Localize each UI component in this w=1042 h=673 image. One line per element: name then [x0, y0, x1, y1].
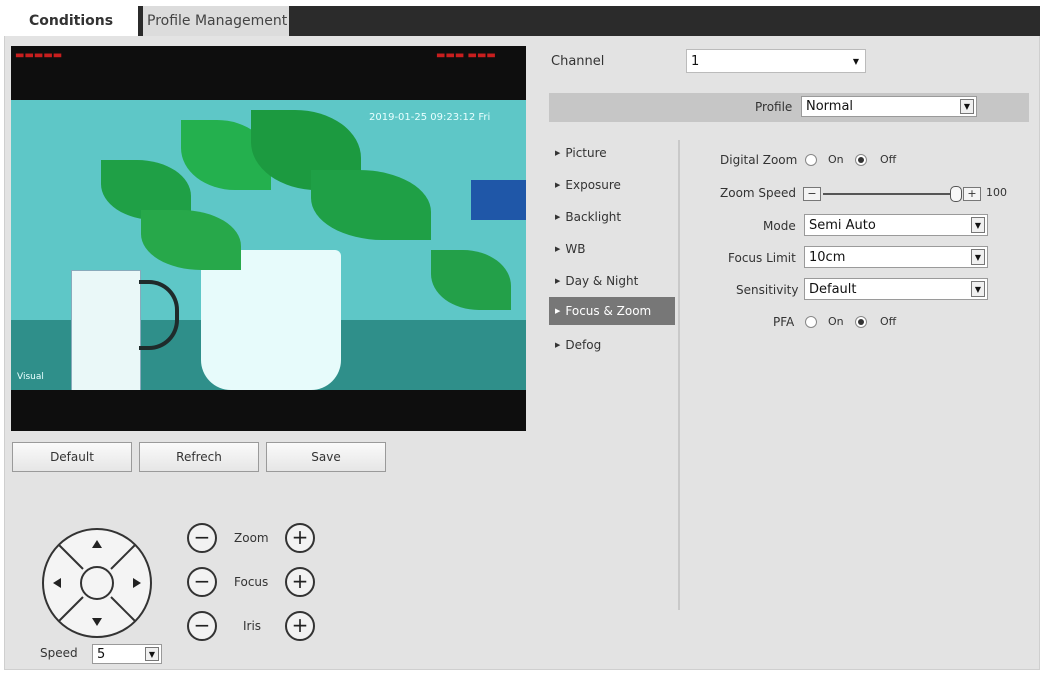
profile-value: Normal: [806, 99, 854, 114]
profile-label: Profile: [755, 100, 793, 114]
tab-profile-management[interactable]: Profile Management: [143, 6, 289, 36]
menu-item[interactable]: ▶ Day & Night: [549, 267, 675, 295]
refresh-button[interactable]: Refrech: [139, 442, 259, 472]
osd-top-left: ▬▬▬▬▬: [15, 50, 63, 61]
chevron-right-icon: ▶: [555, 213, 561, 221]
digital-zoom-on-radio[interactable]: [805, 154, 817, 166]
menu-item[interactable]: ▶ Exposure: [549, 171, 675, 199]
mode-label: Mode: [763, 219, 796, 233]
zoom-speed-decrease-button[interactable]: −: [803, 187, 821, 201]
save-button[interactable]: Save: [266, 442, 386, 472]
zoom-speed-value: 100: [986, 186, 1007, 199]
menu-item-label: Focus & Zoom: [565, 304, 652, 318]
menu-item-label: Exposure: [565, 178, 621, 192]
menu-divider: [678, 140, 680, 610]
chevron-right-icon: ▶: [555, 181, 561, 189]
digital-zoom-label: Digital Zoom: [720, 153, 798, 167]
focus-in-button[interactable]: +: [285, 567, 315, 597]
menu-item-label: Defog: [565, 338, 602, 352]
menu-item-label: Picture: [565, 146, 607, 160]
focus-limit-value: 10cm: [809, 249, 846, 265]
chevron-down-icon[interactable]: ▼: [960, 99, 974, 114]
default-button[interactable]: Default: [12, 442, 132, 472]
focus-limit-label: Focus Limit: [728, 251, 796, 265]
sensitivity-value: Default: [809, 281, 857, 297]
pfa-on-label: On: [828, 315, 844, 328]
menu-item[interactable]: ▶ Backlight: [549, 203, 675, 231]
ptz-direction-pad[interactable]: [40, 528, 154, 638]
chevron-right-icon: ▶: [555, 277, 561, 285]
chevron-down-icon[interactable]: ▼: [971, 249, 985, 265]
mode-value: Semi Auto: [809, 217, 876, 233]
focus-out-button[interactable]: −: [187, 567, 217, 597]
iris-open-button[interactable]: +: [285, 611, 315, 641]
zoom-speed-label: Zoom Speed: [720, 186, 797, 200]
video-channel-name: Visual: [17, 372, 44, 382]
video-preview: ▬▬▬▬▬ ▬▬▬ ▬▬▬ 2019-01-25 09:23:12 Fri Vi…: [11, 46, 526, 431]
iris-label: Iris: [243, 619, 262, 633]
speed-select[interactable]: 5 ▼: [92, 644, 162, 664]
speed-value: 5: [97, 646, 106, 662]
scene-window: [471, 180, 526, 220]
chevron-down-icon[interactable]: ▼: [971, 281, 985, 297]
speed-label: Speed: [40, 646, 78, 660]
pfa-off-label: Off: [880, 315, 897, 328]
channel-value: 1: [691, 53, 700, 69]
mode-select[interactable]: Semi Auto ▼: [804, 214, 988, 236]
chevron-right-icon: ▶: [555, 307, 561, 315]
pan-right-icon[interactable]: [40, 528, 154, 638]
digital-zoom-off-radio[interactable]: [855, 154, 867, 166]
chevron-right-icon: ▶: [555, 341, 561, 349]
zoom-out-button[interactable]: −: [187, 523, 217, 553]
zoom-speed-slider-thumb[interactable]: [950, 186, 962, 202]
zoom-speed-slider-track[interactable]: [823, 193, 958, 195]
menu-item[interactable]: ▶ WB: [549, 235, 675, 263]
pfa-off-radio[interactable]: [855, 316, 867, 328]
chevron-down-icon[interactable]: ▼: [971, 217, 985, 233]
sensitivity-label: Sensitivity: [736, 283, 799, 297]
digital-zoom-off-label: Off: [880, 153, 897, 166]
channel-label: Channel: [551, 54, 605, 69]
pfa-label: PFA: [773, 315, 795, 329]
video-timestamp: 2019-01-25 09:23:12 Fri: [369, 112, 491, 123]
scene-mug: [71, 270, 141, 390]
sensitivity-select[interactable]: Default ▼: [804, 278, 988, 300]
osd-top-right: ▬▬▬ ▬▬▬: [436, 50, 496, 61]
scene-pot: [201, 250, 341, 390]
profile-select[interactable]: Normal ▼: [801, 96, 977, 117]
focus-limit-select[interactable]: 10cm ▼: [804, 246, 988, 268]
menu-item-label: Day & Night: [565, 274, 639, 288]
focus-label: Focus: [234, 575, 269, 589]
scene-leaf: [141, 210, 241, 270]
digital-zoom-on-label: On: [828, 153, 844, 166]
scene-leaf: [431, 250, 511, 310]
tab-conditions[interactable]: Conditions: [4, 6, 138, 36]
scene-leaf: [311, 170, 431, 240]
channel-select[interactable]: 1 ▼: [686, 49, 866, 73]
menu-item[interactable]: ▶ Focus & Zoom: [549, 297, 675, 325]
chevron-down-icon[interactable]: ▼: [145, 647, 159, 661]
tab-bar: Conditions Profile Management: [4, 6, 1040, 36]
chevron-right-icon: ▶: [555, 149, 561, 157]
chevron-down-icon[interactable]: ▼: [849, 52, 863, 70]
chevron-right-icon: ▶: [555, 245, 561, 253]
zoom-speed-increase-button[interactable]: +: [963, 187, 981, 201]
iris-close-button[interactable]: −: [187, 611, 217, 641]
menu-item[interactable]: ▶ Defog: [549, 331, 675, 359]
menu-item[interactable]: ▶ Picture: [549, 139, 675, 167]
pfa-on-radio[interactable]: [805, 316, 817, 328]
zoom-label: Zoom: [234, 531, 269, 545]
menu-item-label: Backlight: [565, 210, 622, 224]
camera-scene: 2019-01-25 09:23:12 Fri Visual: [11, 100, 526, 390]
zoom-in-button[interactable]: +: [285, 523, 315, 553]
menu-item-label: WB: [565, 242, 586, 256]
